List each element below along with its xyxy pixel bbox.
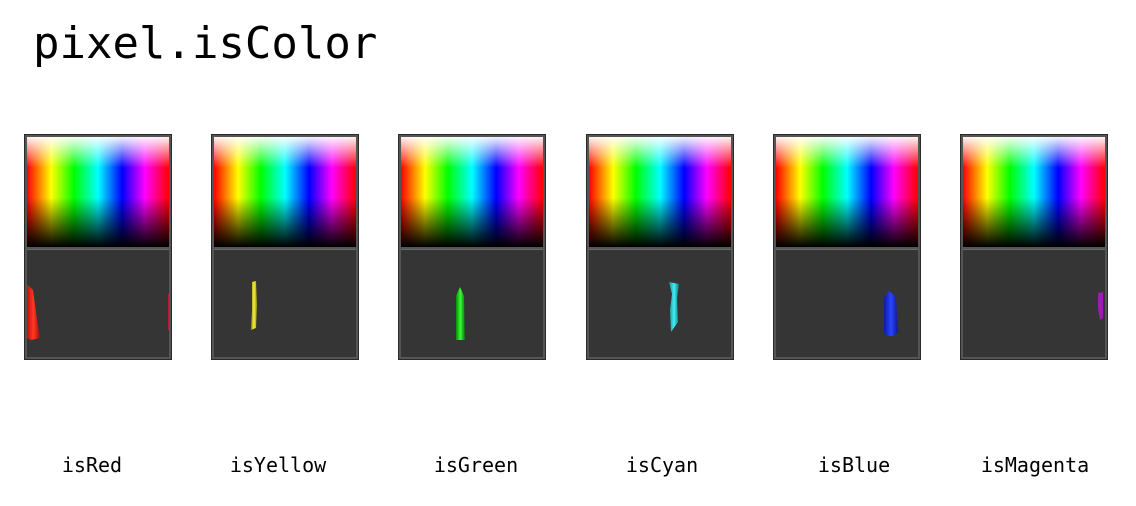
color-spectrum: [214, 137, 356, 247]
caption-is-yellow: isYellow: [229, 453, 327, 477]
color-spectrum: [776, 137, 918, 247]
caption-is-red: isRed: [61, 453, 123, 477]
panel-is-green: [398, 134, 546, 360]
color-mask-view: [589, 249, 731, 357]
color-mask-view: [401, 249, 543, 357]
panel-is-cyan: [586, 134, 734, 360]
color-spectrum: [27, 137, 169, 247]
panel-is-magenta: [960, 134, 1108, 360]
caption-is-cyan: isCyan: [625, 453, 699, 477]
detected-blob-red: [27, 284, 169, 340]
color-spectrum: [401, 137, 543, 247]
detected-blob-yellow: [251, 281, 257, 330]
caption-is-blue: isBlue: [817, 453, 891, 477]
color-spectrum: [963, 137, 1105, 247]
page-title: pixel.isColor: [33, 18, 378, 69]
panel-is-yellow: [211, 134, 359, 360]
detected-blob-magenta: [1098, 292, 1103, 320]
caption-is-magenta: isMagenta: [980, 453, 1090, 477]
panel-is-red: [24, 134, 172, 360]
color-mask-view: [776, 249, 918, 357]
caption-is-green: isGreen: [433, 453, 519, 477]
detected-blob-blue: [884, 291, 898, 336]
color-spectrum: [589, 137, 731, 247]
detected-blob-green: [456, 287, 465, 340]
color-mask-view: [214, 249, 356, 357]
detected-blob-cyan: [669, 282, 679, 332]
color-mask-view: [27, 249, 169, 357]
color-mask-view: [963, 249, 1105, 357]
panel-is-blue: [773, 134, 921, 360]
